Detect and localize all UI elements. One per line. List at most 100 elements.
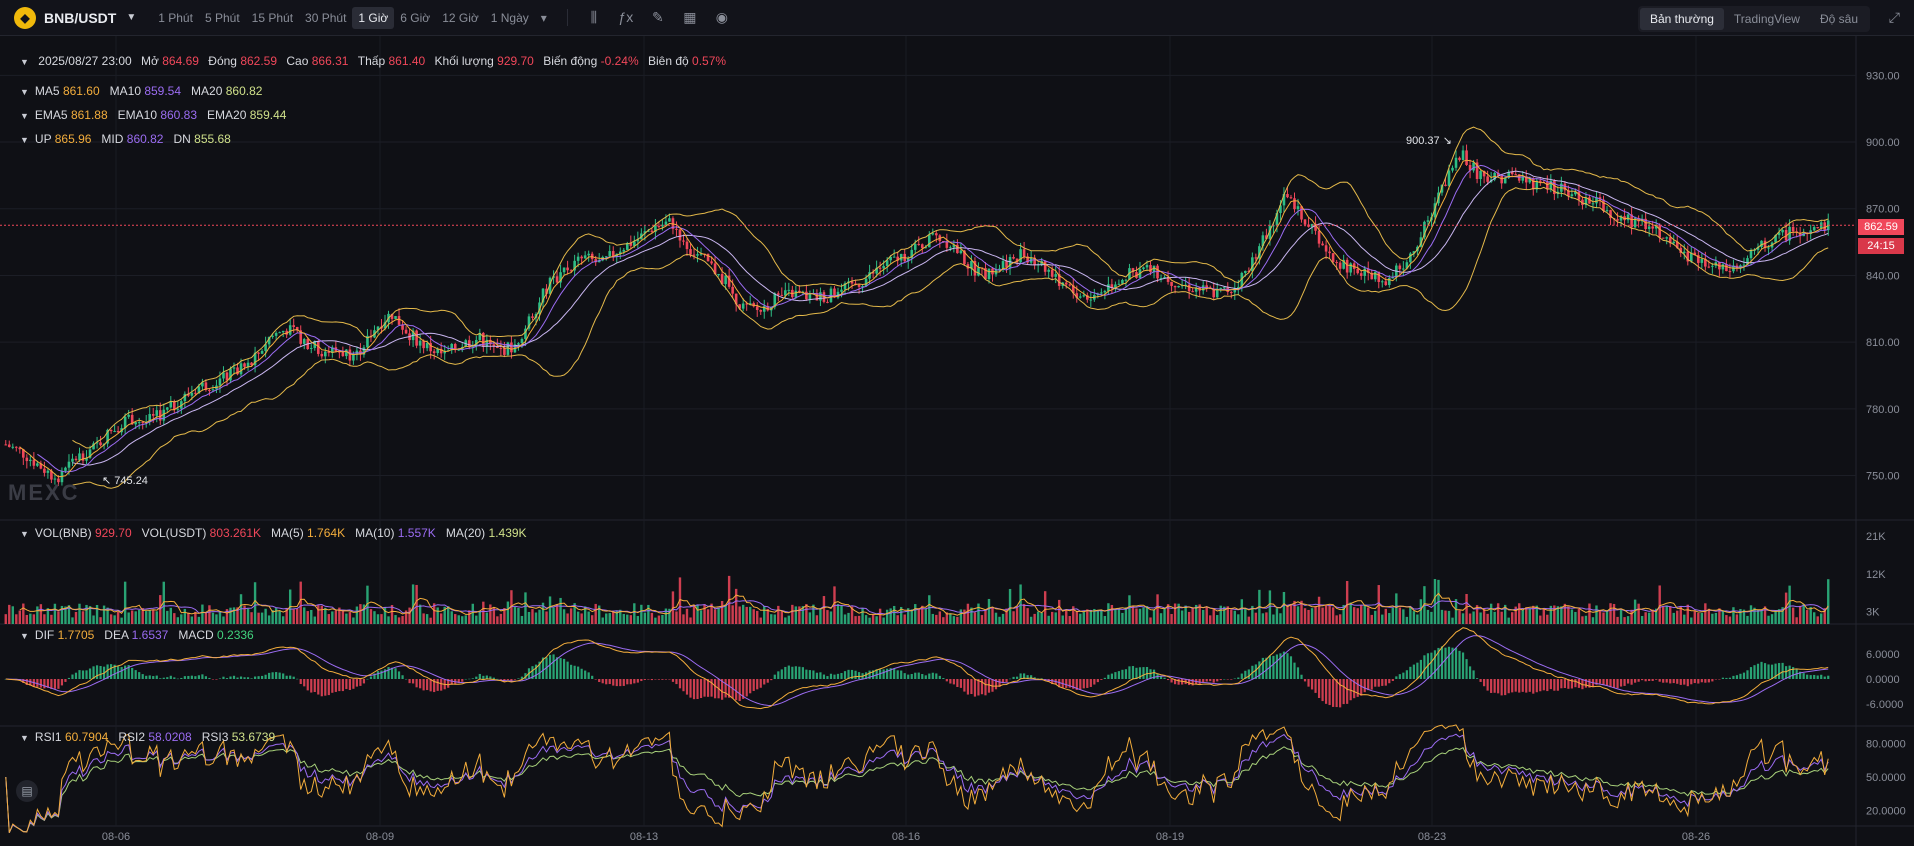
ema-val-1: 860.83 [160, 108, 198, 122]
high-marker: 900.37 ↘ [1406, 135, 1452, 147]
vol-bar-459 [1616, 616, 1619, 624]
vol-bar-401 [1412, 611, 1416, 624]
interval-4[interactable]: 1 Giờ [352, 6, 395, 29]
vol-bar-429 [1511, 612, 1514, 624]
candle-body-285 [1005, 261, 1008, 268]
macd-bar-215 [759, 679, 762, 688]
pair-title[interactable]: BNB/USDT [44, 10, 116, 26]
interval-7[interactable]: 1 Ngày [485, 7, 535, 29]
macd-bar-426 [1500, 679, 1503, 696]
vol-bar-171 [605, 613, 608, 624]
candle-type-icon[interactable]: ⫼ [578, 9, 610, 26]
vol-bar-309 [1089, 610, 1093, 624]
macd-bar-430 [1514, 679, 1517, 692]
vol-bar-242 [854, 616, 857, 624]
candle-body-298 [1050, 269, 1054, 277]
view-0[interactable]: Bản thường [1639, 8, 1724, 30]
macd-bar-121 [429, 679, 432, 692]
vol-bar-386 [1360, 605, 1363, 624]
vol-bar-127 [450, 611, 453, 624]
vol-bar-14 [53, 603, 57, 624]
macd-bar-81 [289, 675, 292, 679]
indicator-icon[interactable]: ƒx [610, 9, 642, 26]
macd-bar-404 [1423, 655, 1426, 679]
interval-3[interactable]: 30 Phút [299, 7, 352, 29]
boll-collapse-icon[interactable]: ▼ [20, 135, 29, 145]
macd-bar-30 [110, 664, 113, 679]
macd-bar-71 [253, 676, 257, 679]
macd-bar-354 [1247, 669, 1250, 679]
vol-bar-349 [1230, 609, 1233, 624]
vol-bar-209 [738, 606, 741, 624]
interval-dropdown-icon[interactable]: ▾ [535, 7, 553, 29]
draw-pen-icon[interactable]: ✎ [642, 9, 674, 26]
boll-lower-line [72, 186, 1829, 489]
ma-collapse-icon[interactable]: ▼ [20, 87, 29, 97]
camera-icon[interactable]: ◉ [706, 9, 738, 26]
vol-bar-145 [513, 607, 517, 624]
macd-bar-174 [615, 679, 618, 687]
interval-0[interactable]: 1 Phút [152, 7, 199, 29]
vol-bar-377 [1328, 605, 1331, 624]
collapse-icon[interactable]: ▼ [20, 57, 29, 67]
candle-body-91 [324, 351, 327, 357]
interval-2[interactable]: 15 Phút [246, 7, 299, 29]
view-2[interactable]: Độ sâu [1810, 8, 1868, 30]
vol-bar-195 [689, 617, 692, 624]
macd-bar-398 [1402, 672, 1405, 679]
rsi-collapse-icon[interactable]: ▼ [20, 733, 29, 743]
layout-grid-icon[interactable]: ▦ [674, 9, 706, 26]
interval-6[interactable]: 12 Giờ [436, 7, 485, 29]
vol-val-4: 1.439K [488, 526, 527, 540]
macd-bar-15 [57, 679, 60, 689]
macd-val-1: 1.6537 [131, 628, 169, 642]
macd-bar-512 [1802, 673, 1805, 679]
macd-collapse-icon[interactable]: ▼ [20, 631, 29, 641]
vol-bar-516 [1816, 616, 1819, 624]
macd-bar-166 [587, 672, 590, 679]
vol-bar-493 [1735, 614, 1739, 624]
vol-collapse-icon[interactable]: ▼ [20, 529, 29, 539]
layers-icon[interactable]: ▤ [16, 780, 38, 802]
chart-canvas[interactable]: 930.00 900.00 870.00 840.00 810.00 780.00 750.… [0, 36, 1914, 846]
interval-5[interactable]: 6 Giờ [394, 7, 436, 29]
macd-bar-88 [313, 679, 316, 693]
interval-1[interactable]: 5 Phút [199, 7, 246, 29]
macd-bar-236 [833, 674, 836, 679]
macd-bar-233 [822, 674, 826, 679]
macd-bar-500 [1760, 661, 1763, 679]
vol-bar-364 [1282, 591, 1286, 624]
candle-body-67 [239, 363, 243, 375]
macd-bar-155 [548, 654, 552, 679]
candle-body-456 [1605, 210, 1609, 212]
view-switcher: Bản thường TradingView Độ sâu [1637, 6, 1870, 32]
vol-bar-483 [1700, 612, 1704, 624]
vol-bar-233 [822, 596, 826, 624]
candle-body-97 [345, 349, 348, 357]
fullscreen-icon[interactable]: ⤢ [1889, 9, 1900, 26]
candle-body-188 [664, 221, 668, 225]
vol-bar-13 [50, 614, 53, 624]
ma-val-2: 860.82 [225, 84, 263, 98]
candle-body-114 [404, 329, 408, 334]
view-1[interactable]: TradingView [1724, 8, 1810, 30]
macd-bar-68 [243, 677, 246, 679]
candle-body-405 [1426, 220, 1430, 222]
candle-body-245 [864, 278, 868, 287]
macd-bar-54 [194, 676, 197, 679]
vol-bar-500 [1760, 610, 1763, 624]
candle-body-117 [415, 330, 418, 346]
macd-bar-119 [422, 679, 425, 691]
vol-bar-356 [1254, 612, 1258, 624]
macd-bar-373 [1314, 679, 1317, 693]
macd-bar-55 [197, 675, 200, 679]
ema-collapse-icon[interactable]: ▼ [20, 111, 29, 121]
vol-bar-320 [1128, 595, 1131, 624]
candle-body-375 [1321, 243, 1324, 246]
macd-bar-146 [517, 678, 520, 679]
macd-bar-306 [1079, 679, 1082, 690]
macd-bar-438 [1542, 679, 1545, 691]
vol-bar-248 [875, 616, 878, 624]
macd-bar-113 [401, 675, 404, 679]
chevron-down-icon[interactable]: ▼ [126, 12, 136, 23]
